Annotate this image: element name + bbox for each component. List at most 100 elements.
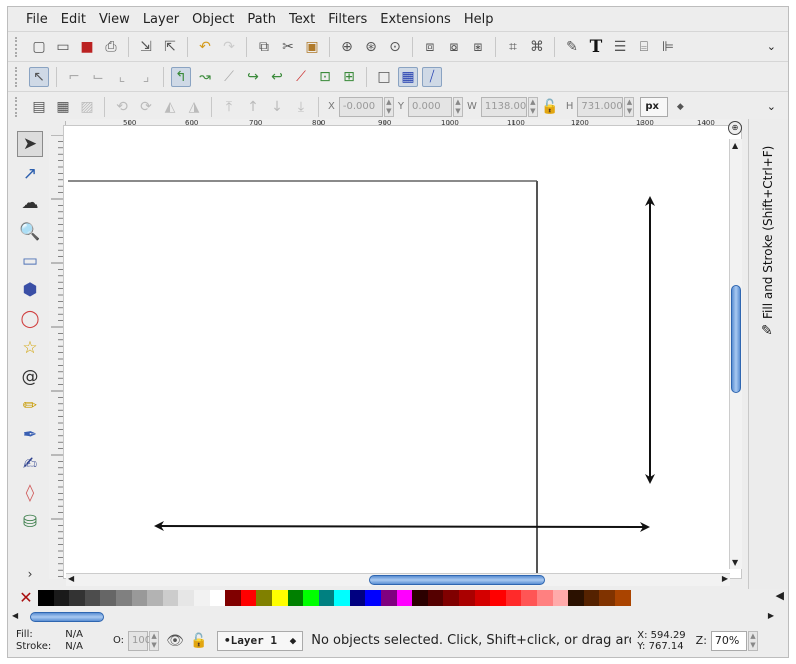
palette-scrollbar[interactable]: ◀ ▶ [8,611,788,623]
toolbar-overflow-icon[interactable]: ⌄ [767,40,776,53]
layer-lock-icon[interactable]: 🔓 [189,631,209,651]
undo-icon[interactable]: ↶ [195,37,215,57]
snap-cusp-icon[interactable]: ↪ [243,67,263,87]
color-swatch[interactable] [69,590,85,606]
raise-to-top-icon[interactable]: ⤒ [219,97,239,117]
color-swatch[interactable] [271,590,288,606]
group-icon[interactable]: ⌗ [503,37,523,57]
color-swatch[interactable] [474,590,491,606]
color-swatch[interactable] [225,590,241,606]
snap-nodes-icon[interactable]: ↰ [171,66,191,87]
lock-icon[interactable]: 🔓 [540,97,560,117]
snap-guide-icon[interactable]: ⧸ [422,66,442,87]
color-swatch[interactable] [459,590,475,606]
color-swatch[interactable] [552,590,569,606]
zoom-tool-icon[interactable]: 🔍 [17,219,43,245]
menu-layer[interactable]: Layer [143,12,179,27]
color-swatch[interactable] [521,590,537,606]
color-swatch[interactable] [193,590,210,606]
color-swatch[interactable] [303,590,319,606]
tweak-tool-icon[interactable]: ☁ [17,190,43,216]
color-swatch[interactable] [287,590,304,606]
menu-extensions[interactable]: Extensions [380,12,451,27]
color-swatch[interactable] [240,590,257,606]
eraser-tool-icon[interactable]: ◊ [17,480,43,506]
selector-tool-icon[interactable]: ➤ [17,131,43,157]
fill-stroke-icon[interactable]: ✎ [761,323,773,339]
text-font-icon[interactable]: T [586,37,606,57]
snap-smooth-icon[interactable]: ↩ [267,67,287,87]
opacity-spinner[interactable]: ▲ ▼ [149,630,160,651]
color-swatch[interactable] [396,590,413,606]
rotate-cw-icon[interactable]: ⟳ [136,97,156,117]
duplicate-icon[interactable]: ⧈ [420,37,440,57]
palette-scroll-right-icon[interactable]: ▶ [768,611,774,620]
select-all-icon[interactable]: ▤ [29,97,49,117]
import-icon[interactable]: ⇲ [136,37,156,57]
calligraphy-tool-icon[interactable]: ✍ [17,451,43,477]
snap-page-border-icon[interactable]: □ [374,67,394,87]
color-swatch[interactable] [334,590,350,606]
color-swatch[interactable] [349,590,366,606]
eye-visibility-icon[interactable]: 👁 [165,631,185,651]
no-paint-icon[interactable]: ✕ [18,590,34,606]
menu-help[interactable]: Help [464,12,494,27]
export-icon[interactable]: ⇱ [160,37,180,57]
spiral-tool-icon[interactable]: @ [17,364,43,390]
rectangle-tool-icon[interactable]: ▭ [17,248,43,274]
color-swatch[interactable] [614,590,631,606]
pencil-tool-icon[interactable]: ✏ [17,393,43,419]
y-input[interactable]: 0.000 [407,96,452,117]
y-spinner[interactable]: ▲ ▼ [452,96,463,117]
3d-box-tool-icon[interactable]: ⬢ [17,277,43,303]
toolbox-more-icon[interactable]: › [17,561,43,587]
unit-select[interactable]: px [640,96,669,117]
canvas[interactable] [63,125,742,580]
color-swatch[interactable] [178,590,194,606]
select-all-layers-icon[interactable]: ▦ [53,97,73,117]
toolbar-overflow-icon[interactable]: ⌄ [767,100,776,113]
color-swatch[interactable] [38,590,54,606]
zoom-spinner[interactable]: ▲ ▼ [747,630,758,651]
color-swatch[interactable] [443,590,460,606]
layer-selector[interactable]: •Layer 1 ◆ [217,630,304,651]
h-spinner[interactable]: ▲ ▼ [624,96,635,117]
color-swatch[interactable] [162,590,179,606]
layers-icon[interactable]: ☰ [610,37,630,57]
horizontal-double-arrow[interactable] [154,521,650,532]
color-swatch[interactable] [599,590,615,606]
xml-editor-icon[interactable]: ⌸ [634,37,654,57]
opacity-input[interactable]: 100 [128,630,151,651]
x-spinner[interactable]: ▲ ▼ [383,96,394,117]
w-spinner[interactable]: ▲ ▼ [527,96,538,117]
vertical-scrollbar[interactable]: ▲ ▼ [729,139,742,569]
horizontal-scroll-thumb[interactable] [369,575,545,585]
align-distribute-icon[interactable]: ⊫ [658,37,678,57]
x-input[interactable]: -0.000 [338,96,383,117]
color-swatch[interactable] [505,590,522,606]
vertical-scroll-thumb[interactable] [731,285,741,393]
scroll-right-icon[interactable]: ▶ [722,574,728,583]
snap-bbox-edge-icon[interactable]: ⌙ [88,67,108,87]
palette-scroll-thumb[interactable] [30,612,104,622]
print-icon[interactable]: ⎙ [101,37,121,57]
menu-object[interactable]: Object [192,12,234,27]
flip-horizontal-icon[interactable]: ◭ [160,97,180,117]
unit-dropdown-icon[interactable]: ◆ [670,97,690,117]
toolbar-grip[interactable] [15,96,21,117]
cut-icon[interactable]: ✂ [278,37,298,57]
toolbar-grip[interactable] [15,36,21,57]
menu-view[interactable]: View [99,12,130,27]
redo-icon[interactable]: ↷ [219,37,239,57]
snap-bbox-midpoint-icon[interactable]: ⌟ [136,67,156,87]
menu-text[interactable]: Text [289,12,315,27]
node-tool-icon[interactable]: ↗ [17,161,43,187]
menu-file[interactable]: File [26,12,48,27]
color-swatch[interactable] [537,590,553,606]
copy-icon[interactable]: ⧉ [254,37,274,57]
raise-icon[interactable]: ↑ [243,97,263,117]
color-swatch[interactable] [100,590,116,606]
zoom-corner-icon[interactable]: ⊕ [728,121,742,135]
snap-center-icon[interactable]: ⊡ [315,67,335,87]
fill-stroke-indicator[interactable]: Fill: Stroke: [16,629,51,653]
